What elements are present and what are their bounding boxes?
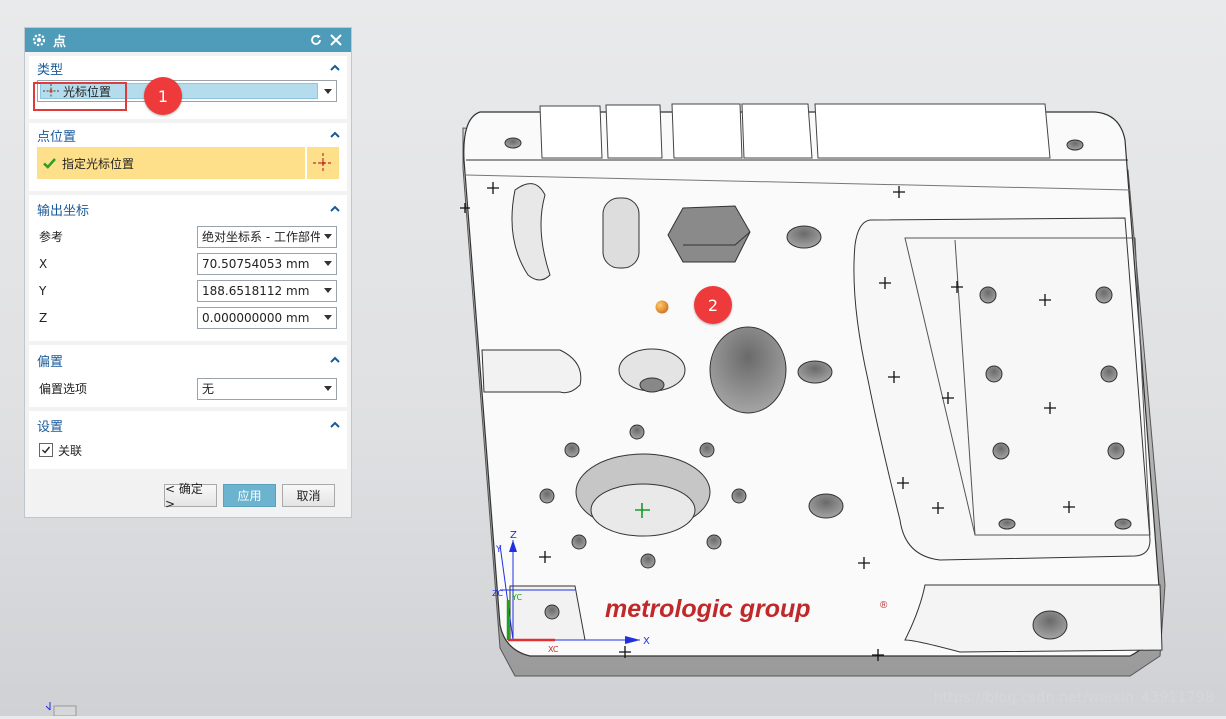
associative-checkbox[interactable] xyxy=(39,443,53,457)
offset-option-value: 无 xyxy=(202,382,215,396)
specify-cursor-location[interactable]: 指定光标位置 xyxy=(37,147,305,179)
y-value: 188.6518112 xyxy=(202,283,283,298)
z-field-content: 0.000000000 mm xyxy=(198,311,320,325)
associative-row[interactable]: 关联 xyxy=(29,439,347,461)
y-row: Y 188.6518112 mm xyxy=(29,277,347,304)
brand-registered-mark: ® xyxy=(880,600,888,611)
collapse-caret-icon[interactable] xyxy=(329,62,341,74)
apply-button[interactable]: 应用 xyxy=(223,484,276,507)
offset-option-row: 偏置选项 无 xyxy=(29,375,347,402)
x-row: X 70.50754053 mm xyxy=(29,250,347,277)
section-offset-label: 偏置 xyxy=(37,354,64,370)
picked-point xyxy=(655,300,669,314)
section-point-location-header[interactable]: 点位置 xyxy=(29,123,347,147)
view-triad-icon[interactable] xyxy=(42,700,78,719)
section-point-location-label: 点位置 xyxy=(37,129,77,145)
dialog-button-bar: < 确定 > 应用 取消 xyxy=(25,482,351,511)
axis-label-yc: YC xyxy=(511,593,522,602)
section-point-location: 点位置 指定光标位置 xyxy=(29,123,347,191)
reference-dropdown[interactable]: 绝对坐标系 - 工作部件 xyxy=(197,225,337,248)
checkmark-icon xyxy=(43,157,56,169)
chevron-down-icon[interactable] xyxy=(320,379,336,399)
specify-cursor-row[interactable]: 指定光标位置 xyxy=(37,147,339,179)
section-offset-header[interactable]: 偏置 xyxy=(29,345,347,375)
cursor-position-icon xyxy=(42,83,60,99)
associative-label: 关联 xyxy=(58,443,83,458)
offset-option-dropdown[interactable]: 无 xyxy=(197,377,337,400)
annotation-badge-1: 1 xyxy=(144,77,182,115)
axis-label-x: X xyxy=(643,636,650,647)
collapse-caret-icon[interactable] xyxy=(329,354,341,366)
type-dropdown[interactable]: 光标位置 xyxy=(37,80,337,102)
z-label: Z xyxy=(39,310,48,325)
z-value: 0.000000000 xyxy=(202,310,283,325)
chevron-down-icon[interactable] xyxy=(320,281,336,301)
dialog-title: 点 xyxy=(53,34,67,50)
section-type-header[interactable]: 类型 xyxy=(29,56,347,80)
crosshair-icon xyxy=(312,152,334,174)
axis-label-xc: XC xyxy=(548,645,559,654)
brand-logo-text: metrologic group xyxy=(605,595,811,623)
cad-model[interactable]: Z Y X XC YC ZC metrologic group ® xyxy=(360,0,1226,716)
section-offset: 偏置 偏置选项 无 xyxy=(29,345,347,407)
collapse-caret-icon[interactable] xyxy=(329,203,341,215)
section-output-coords-label: 输出坐标 xyxy=(37,203,90,219)
z-input[interactable]: 0.000000000 mm xyxy=(197,306,337,329)
y-field-content: 188.6518112 mm xyxy=(198,284,320,298)
collapse-caret-icon[interactable] xyxy=(329,419,341,431)
collapse-caret-icon[interactable] xyxy=(329,129,341,141)
section-settings: 设置 关联 xyxy=(29,411,347,469)
chevron-down-icon[interactable] xyxy=(320,81,336,101)
cursor-pick-button[interactable] xyxy=(307,147,339,179)
graphics-viewport[interactable]: Z Y X XC YC ZC metrologic group ® 2 http… xyxy=(360,0,1226,716)
x-input[interactable]: 70.50754053 mm xyxy=(197,252,337,275)
specify-cursor-label: 指定光标位置 xyxy=(62,156,135,171)
z-row: Z 0.000000000 mm xyxy=(29,304,347,331)
axis-label-z: Z xyxy=(510,530,517,541)
y-label: Y xyxy=(39,283,47,298)
axis-label-y: Y xyxy=(495,545,502,555)
chevron-down-icon[interactable] xyxy=(320,254,336,274)
section-settings-header[interactable]: 设置 xyxy=(29,411,347,439)
annotation-badge-2: 2 xyxy=(694,286,732,324)
section-output-coords: 输出坐标 参考 绝对坐标系 - 工作部件 X 70.50754053 mm Y … xyxy=(29,195,347,341)
z-unit: mm xyxy=(286,310,310,325)
reference-row: 参考 绝对坐标系 - 工作部件 xyxy=(29,223,347,250)
reference-value: 绝对坐标系 - 工作部件 xyxy=(202,230,320,244)
cancel-button[interactable]: 取消 xyxy=(282,484,335,507)
type-selected-value: 光标位置 xyxy=(63,84,112,99)
section-settings-label: 设置 xyxy=(37,419,64,435)
reference-label: 参考 xyxy=(39,230,64,244)
x-unit: mm xyxy=(286,256,310,271)
chevron-down-icon[interactable] xyxy=(320,227,336,247)
y-unit: mm xyxy=(286,283,310,298)
ok-button[interactable]: < 确定 > xyxy=(164,482,217,511)
reset-icon[interactable] xyxy=(307,31,325,49)
axis-label-zc: ZC xyxy=(492,589,503,598)
dialog-titlebar: 点 xyxy=(25,28,351,52)
section-type-label: 类型 xyxy=(37,62,64,78)
watermark-text: https://blog.csdn.net/weixin_43911798 xyxy=(933,690,1214,706)
type-dropdown-content: 光标位置 xyxy=(38,83,111,100)
x-value: 70.50754053 xyxy=(202,256,283,271)
close-icon[interactable] xyxy=(327,31,345,49)
offset-option-label: 偏置选项 xyxy=(39,382,88,396)
x-field-content: 70.50754053 mm xyxy=(198,257,320,271)
y-input[interactable]: 188.6518112 mm xyxy=(197,279,337,302)
chevron-down-icon[interactable] xyxy=(320,308,336,328)
gear-icon[interactable] xyxy=(31,32,47,48)
section-output-coords-header[interactable]: 输出坐标 xyxy=(29,195,347,223)
x-label: X xyxy=(39,256,48,271)
